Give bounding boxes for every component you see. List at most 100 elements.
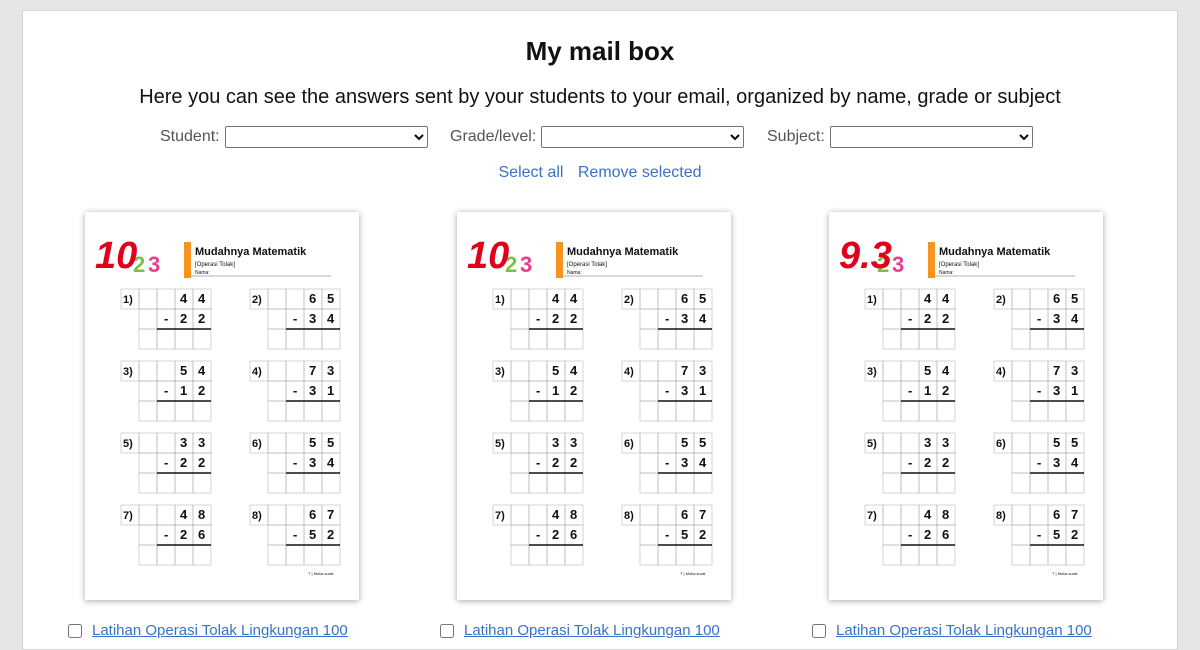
grid-cell [174,328,194,350]
grid-cell [510,328,530,350]
minuend-ones: 4 [942,363,950,378]
select-all-link[interactable]: Select all [499,164,564,181]
minuend-ones: 5 [699,291,706,306]
grid-cell [1065,400,1085,422]
submission-checkbox-3[interactable] [812,623,826,638]
problem-number: 8) [252,510,262,522]
grid-cell [1029,288,1049,310]
grid-cell [285,544,305,566]
grid-cell [1011,308,1031,330]
grid-cell [528,472,548,494]
submission-checkbox-2[interactable] [440,623,454,638]
grade-select[interactable] [541,126,745,148]
grid-cell [510,524,530,546]
logo-digit: 3 [148,252,160,277]
grid-cell [528,360,548,382]
minuend-ones: 5 [1071,435,1078,450]
grid-cell [657,328,677,350]
grid-cell [285,360,305,382]
grid-cell [138,308,158,330]
grid-cell [321,400,341,422]
problem-number: 6) [252,438,262,450]
submission-link-3[interactable]: Latihan Operasi Tolak Lingkungan 100 [836,622,1092,639]
grid-cell [1047,544,1067,566]
submission-card-3[interactable]: 2 3 9.3 Mudahnya Matematik [Operasi Tolak] Na… [829,212,1103,600]
grid-cell [510,472,530,494]
grid-cell [936,328,956,350]
subtrahend-ones: 2 [942,455,949,470]
submission-card-1[interactable]: 2 3 10 Mudahnya Matematik [Operasi Tolak] Nam… [85,212,359,600]
subtrahend-tens: 3 [309,383,316,398]
subtrahend-tens: 1 [552,383,559,398]
student-select[interactable] [224,126,428,148]
grid-cell [693,472,713,494]
subject-select[interactable] [829,126,1033,148]
grid-cell [900,360,920,382]
grid-cell [138,432,158,454]
minus-sign: - [665,527,669,542]
minuend-tens: 4 [924,507,932,522]
grid-cell [882,452,902,474]
grid-cell [528,544,548,566]
subtrahend-ones: 2 [327,527,334,542]
grid-cell [510,308,530,330]
grid-cell [528,288,548,310]
grid-cell [639,380,659,402]
grid-cell [882,524,902,546]
problem-number: 1) [123,294,133,306]
grid-cell [510,544,530,566]
grid-cell [1011,544,1031,566]
subtrahend-tens: 2 [924,527,931,542]
problem-number: 6) [996,438,1006,450]
minuend-ones: 3 [570,435,577,450]
worksheet-name-label: Nama: [939,270,954,276]
grid-cell [267,544,287,566]
minus-sign: - [908,455,912,470]
grid-cell [918,328,938,350]
minuend-ones: 4 [198,291,206,306]
minuend-tens: 5 [681,435,688,450]
subtrahend-ones: 4 [699,311,707,326]
grid-cell [639,308,659,330]
grid-cell [267,452,287,474]
grid-cell [192,400,212,422]
grid-cell [174,400,194,422]
grid-cell [675,472,695,494]
grid-cell [528,328,548,350]
submission-card-2[interactable]: 2 3 10 Mudahnya Matematik [Operasi Tolak] Nam… [457,212,731,600]
subtrahend-tens: 2 [924,455,931,470]
grid-cell [192,328,212,350]
subtrahend-ones: 2 [1071,527,1078,542]
minus-sign: - [536,311,540,326]
grid-cell [138,544,158,566]
grid-cell [639,472,659,494]
grid-cell [918,472,938,494]
grid-cell [1011,328,1031,350]
grid-cell [1029,360,1049,382]
problem-2: 2) 6 5 - 3 4 [249,288,341,350]
minus-sign: - [665,311,669,326]
remove-selected-link[interactable]: Remove selected [578,164,702,181]
grid-cell [639,544,659,566]
submission-caption-1: Latihan Operasi Tolak Lingkungan 100 [68,622,348,639]
submission-link-1[interactable]: Latihan Operasi Tolak Lingkungan 100 [92,622,348,639]
problem-number: 7) [123,510,133,522]
minuend-ones: 3 [942,435,949,450]
grid-cell [267,288,287,310]
submission-link-2[interactable]: Latihan Operasi Tolak Lingkungan 100 [464,622,720,639]
submission-checkbox-1[interactable] [68,623,82,638]
grid-cell [138,472,158,494]
minuend-ones: 8 [198,507,205,522]
subtrahend-ones: 6 [942,527,949,542]
logo-digit: 3 [520,252,532,277]
problem-1: 1) 4 4- 2 2 [864,288,956,350]
grid-cell [882,504,902,526]
subtrahend-ones: 2 [198,311,205,326]
grid-cell [285,472,305,494]
grid-cell [510,288,530,310]
grid-cell [900,400,920,422]
grid-cell [321,328,341,350]
grid-cell [1029,400,1049,422]
grid-cell [639,328,659,350]
subtrahend-tens: 1 [924,383,931,398]
